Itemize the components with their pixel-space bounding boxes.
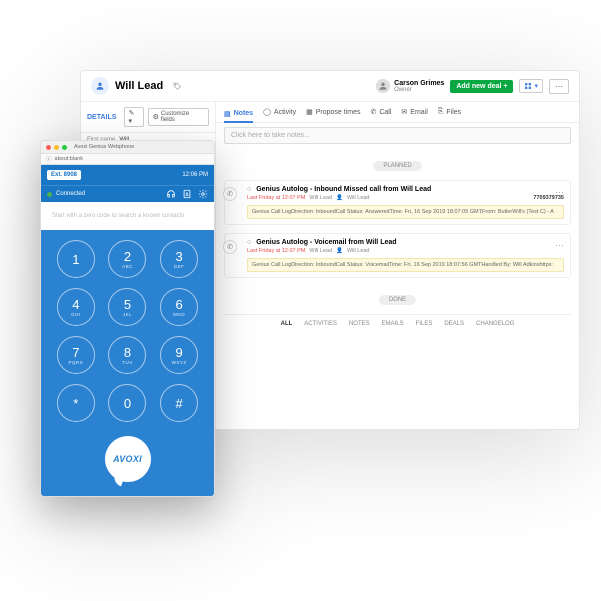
filter-emails[interactable]: EMAILS	[382, 321, 404, 327]
tab-propose[interactable]: ▦Propose times	[306, 106, 360, 118]
activity-menu[interactable]: ⋯	[555, 240, 564, 251]
phone-icon: ✆	[223, 187, 237, 201]
tabs: ▤Notes ◯Activity ▦Propose times ✆Call ✉E…	[216, 102, 579, 123]
contacts-icon[interactable]	[182, 189, 192, 199]
call-icon: ✆	[370, 108, 376, 116]
tab-files[interactable]: ⎘Files	[438, 106, 461, 118]
tab-call[interactable]: ✆Call	[370, 106, 391, 118]
dialpad-key-7[interactable]: 7PQRS	[57, 336, 95, 374]
dialpad-key-8[interactable]: 8TUV	[108, 336, 146, 374]
titlebar: Avoxi Genius Webphone	[41, 141, 214, 153]
email-icon: ✉	[401, 108, 407, 116]
address-bar[interactable]: ⓘ about:blank	[41, 153, 214, 165]
dialpad-key-0[interactable]: 0	[108, 384, 146, 422]
filter-all[interactable]: ALL	[281, 321, 293, 327]
activity-panel: ▤Notes ◯Activity ▦Propose times ✆Call ✉E…	[216, 102, 579, 429]
webphone-window: Avoxi Genius Webphone ⓘ about:blank Ext.…	[40, 140, 215, 497]
dialpad-key-*[interactable]: *	[57, 384, 95, 422]
person-icon	[91, 77, 109, 95]
notes-input[interactable]: Click here to take notes...	[224, 127, 571, 144]
files-icon: ⎘	[438, 108, 444, 116]
activity-meta: Last Friday at 12:07 PM Will Lead 👤Will …	[247, 248, 564, 254]
window-title: Avoxi Genius Webphone	[74, 144, 134, 150]
crm-header: Will Lead Carson Grimes Owner Add new de…	[81, 71, 579, 102]
activity-meta: Last Friday at 12:07 PM Will Lead 👤Will …	[247, 195, 564, 201]
activity-log-bar: Genius Call LogDirection: InboundCall St…	[247, 258, 564, 272]
owner-block[interactable]: Carson Grimes Owner	[376, 79, 444, 93]
dialpad-key-2[interactable]: 2ABC	[108, 240, 146, 278]
minimize-icon[interactable]	[54, 145, 59, 150]
gear-icon: ⚙	[153, 113, 159, 121]
owner-name: Carson Grimes	[394, 80, 444, 87]
filter-row: ALL ACTIVITIES NOTES EMAILS FILES DEALS …	[224, 314, 571, 333]
dialpad-key-4[interactable]: 4GHI	[57, 288, 95, 326]
maximize-icon[interactable]	[62, 145, 67, 150]
dialpad: 1 2ABC 3DEF 4GHI 5JKL 6MNO 7PQRS 8TUV 9WXYZ * 0 #	[41, 230, 214, 436]
filter-notes[interactable]: NOTES	[349, 321, 370, 327]
done-label: DONE	[216, 288, 579, 306]
tab-email[interactable]: ✉Email	[401, 106, 427, 118]
owner-role: Owner	[394, 87, 444, 93]
filter-activities[interactable]: ACTIVITIES	[304, 321, 337, 327]
activity-log-bar: Genius Call LogDirection: InboundCall St…	[247, 205, 564, 219]
dial-input[interactable]: Start with a zero code to search a known…	[47, 208, 208, 224]
dialpad-key-1[interactable]: 1	[57, 240, 95, 278]
activity-card[interactable]: ✆ ⋯ ○ Genius Autolog - Voicemail from Wi…	[224, 233, 571, 278]
status-text: Connected	[56, 191, 85, 197]
edit-icon[interactable]: ✎ ▾	[124, 107, 143, 127]
dialpad-key-9[interactable]: 9WXYZ	[160, 336, 198, 374]
dialpad-key-3[interactable]: 3DEF	[160, 240, 198, 278]
add-deal-button[interactable]: Add new deal +	[450, 80, 513, 93]
filter-deals[interactable]: DEALS	[444, 321, 464, 327]
contact-name: Will Lead	[115, 80, 163, 92]
customize-fields-button[interactable]: ⚙Customize fields	[148, 108, 209, 126]
more-button[interactable]: ⋯	[549, 79, 569, 94]
calendar-icon: ▦	[306, 108, 313, 116]
notes-icon: ▤	[224, 110, 231, 118]
info-icon: ⓘ	[46, 155, 52, 163]
settings-icon[interactable]	[198, 189, 208, 199]
brand-row: AVOXI	[41, 436, 214, 496]
phone-icon: ✆	[223, 240, 237, 254]
filter-changelog[interactable]: CHANGELOG	[476, 321, 514, 327]
close-icon[interactable]	[46, 145, 51, 150]
activity-title: Genius Autolog - Inbound Missed call fro…	[256, 186, 431, 193]
avatar	[376, 79, 390, 93]
tab-activity[interactable]: ◯Activity	[263, 106, 296, 118]
dialpad-key-6[interactable]: 6MNO	[160, 288, 198, 326]
status-dot-icon	[47, 192, 52, 197]
brand-logo: AVOXI	[105, 436, 151, 482]
status-row: Connected	[41, 185, 214, 202]
planned-label: PLANNED	[216, 154, 579, 172]
dialpad-key-#[interactable]: #	[160, 384, 198, 422]
phone-header: Ext. 8908 12:06 PM	[41, 165, 214, 185]
activity-icon: ◯	[263, 108, 271, 116]
tag-icon[interactable]	[173, 82, 182, 91]
filter-files[interactable]: FILES	[416, 321, 433, 327]
headset-icon[interactable]	[166, 189, 176, 199]
details-tab[interactable]: DETAILS	[87, 114, 116, 121]
extension-badge: Ext. 8908	[47, 170, 81, 180]
clock: 12:06 PM	[182, 172, 208, 178]
activity-card[interactable]: ✆ ⋯ ○ Genius Autolog - Inbound Missed ca…	[224, 180, 571, 225]
activity-menu[interactable]: ⋯	[555, 187, 564, 198]
activity-title: Genius Autolog - Voicemail from Will Lea…	[256, 239, 396, 246]
view-toggle-button[interactable]: ▾	[519, 79, 543, 93]
dialpad-key-5[interactable]: 5JKL	[108, 288, 146, 326]
tab-notes[interactable]: ▤Notes	[224, 106, 253, 123]
url-text: about:blank	[55, 156, 83, 162]
